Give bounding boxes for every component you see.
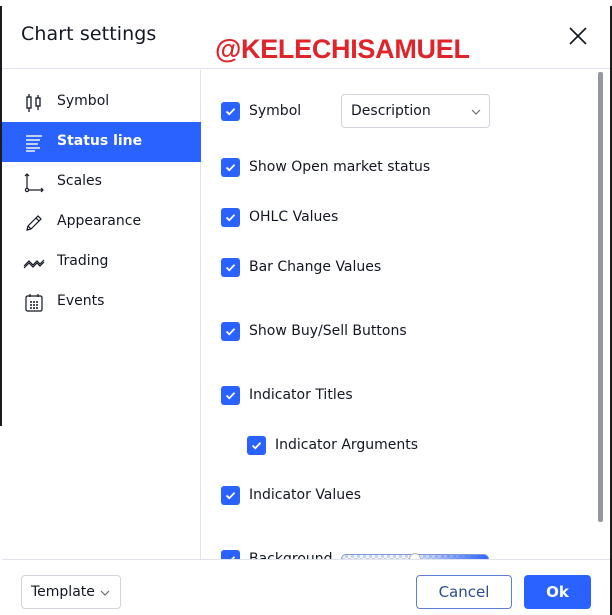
ok-button[interactable]: Ok [524, 575, 591, 609]
option-row: Show Buy/Sell Buttons [221, 319, 407, 343]
option-label: OHLC Values [249, 209, 339, 225]
ohlc-values-checkbox[interactable] [221, 207, 240, 227]
settings-sidebar: Symbol Status line Scales Appearance Tra… [2, 70, 201, 559]
option-row: Background [221, 547, 333, 559]
sidebar-item-trading[interactable]: Trading [2, 242, 201, 282]
watermark-text: @KELECHISAMUEL [215, 34, 470, 64]
select-value: Description [351, 103, 431, 119]
sidebar-item-label: Status line [57, 133, 143, 149]
chevron-down-icon [471, 109, 481, 115]
template-label: Template [31, 584, 95, 600]
sidebar-item-appearance[interactable]: Appearance [2, 202, 201, 242]
background-checkbox[interactable] [221, 549, 240, 559]
sidebar-item-symbol[interactable]: Symbol [2, 82, 201, 122]
dialog-header: Chart settings @KELECHISAMUEL [2, 6, 610, 69]
content-scrollbar[interactable] [598, 72, 603, 522]
option-label: Indicator Values [249, 487, 362, 503]
option-row: Show Open market status [221, 155, 430, 179]
checkmark-icon [225, 213, 236, 221]
show-open-market-status-checkbox[interactable] [221, 157, 240, 177]
sidebar-item-events[interactable]: Events [2, 282, 201, 322]
show-buy-sell-buttons-checkbox[interactable] [221, 321, 240, 341]
option-row: OHLC Values [221, 205, 338, 229]
checkmark-icon [225, 107, 236, 115]
checkmark-icon [225, 163, 236, 171]
chevron-down-icon [100, 590, 110, 596]
trading-zigzag-icon [23, 252, 45, 274]
checkmark-icon [251, 441, 262, 449]
sidebar-item-label: Appearance [57, 213, 142, 229]
pencil-icon [23, 212, 45, 234]
sidebar-item-scales[interactable]: Scales [2, 162, 201, 202]
checkmark-icon [225, 327, 236, 335]
cancel-button[interactable]: Cancel [416, 575, 512, 609]
option-row: Bar Change Values [221, 255, 381, 279]
option-row: Indicator Arguments [247, 433, 418, 457]
option-label: Bar Change Values [249, 259, 382, 275]
sidebar-item-label: Symbol [57, 93, 110, 109]
checkmark-icon [225, 491, 236, 499]
checkmark-icon [225, 263, 236, 271]
bar-change-values-checkbox[interactable] [221, 257, 240, 277]
close-icon [569, 27, 587, 45]
template-dropdown[interactable]: Template [21, 575, 121, 609]
option-label: Show Buy/Sell Buttons [249, 323, 407, 339]
symbol-checkbox[interactable] [221, 101, 240, 121]
option-row: Indicator Titles [221, 383, 353, 407]
indicator-titles-checkbox[interactable] [221, 385, 240, 405]
scales-axis-icon [23, 172, 45, 194]
calendar-icon [23, 292, 45, 314]
checkmark-icon [225, 391, 236, 399]
option-label: Indicator Arguments [275, 437, 419, 453]
sidebar-item-status-line[interactable]: Status line [2, 122, 201, 162]
close-button[interactable] [566, 24, 590, 48]
indicator-values-checkbox[interactable] [221, 485, 240, 505]
option-row: Indicator Values [221, 483, 361, 507]
sidebar-item-label: Events [57, 293, 105, 309]
sidebar-item-label: Trading [57, 253, 109, 269]
dialog-footer: Template Cancel Ok [2, 559, 610, 615]
chart-settings-dialog: Chart settings @KELECHISAMUEL Symbol Sta… [2, 6, 610, 615]
sidebar-item-label: Scales [57, 173, 102, 189]
status-line-settings-panel: Symbol Description Show Open market stat… [202, 70, 596, 559]
symbol-option: Symbol [221, 99, 301, 123]
symbol-display-select[interactable]: Description [341, 94, 490, 128]
option-label: Indicator Titles [249, 387, 353, 403]
candlestick-icon [23, 92, 45, 114]
option-label: Symbol [249, 103, 302, 119]
option-label: Background [249, 551, 333, 559]
option-label: Show Open market status [249, 159, 431, 175]
indicator-arguments-checkbox[interactable] [247, 435, 266, 455]
status-line-icon [23, 132, 45, 154]
dialog-title: Chart settings [21, 23, 157, 45]
